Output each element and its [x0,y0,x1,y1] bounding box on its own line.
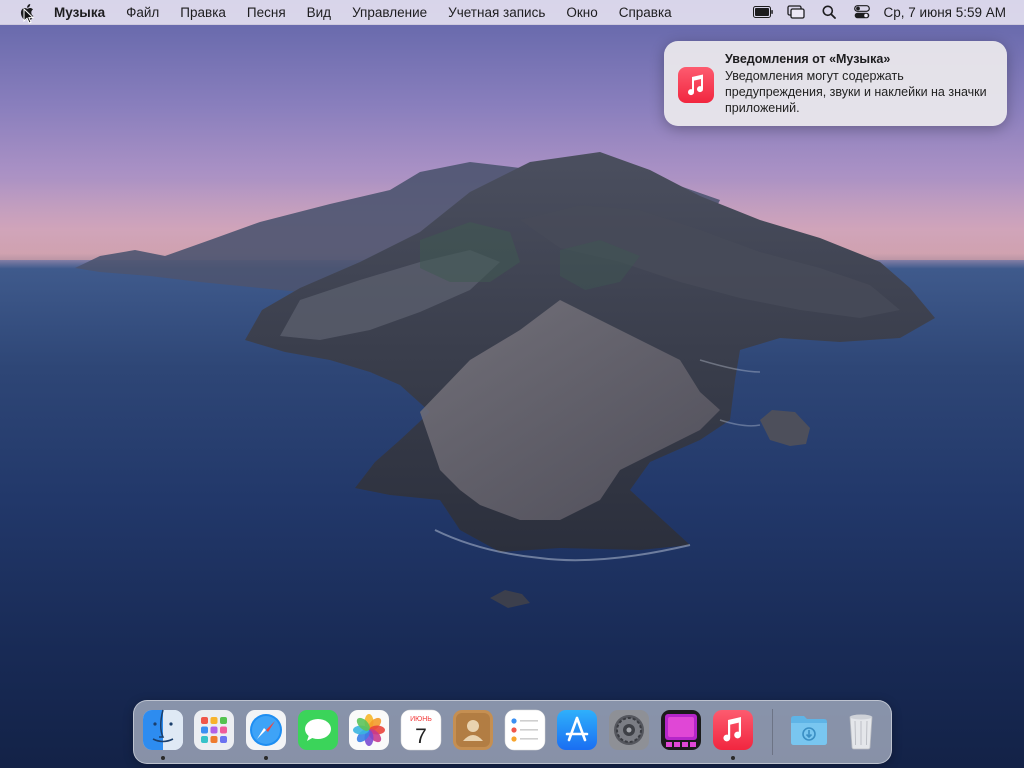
dock-separator [772,709,773,755]
music-running-indicator [731,756,735,760]
menu-window[interactable]: Окно [556,5,608,20]
spotlight-search-icon[interactable] [818,0,840,24]
menu-song[interactable]: Песня [236,5,296,20]
menu-bar-clock[interactable]: Ср, 7 июня 5:59 AM [884,5,1006,20]
dock-photo-booth-icon[interactable] [660,709,702,751]
dock-calendar-icon[interactable]: ИЮНЬ 7 [400,709,442,751]
mouse-cursor-icon [23,7,35,29]
menu-app-name[interactable]: Музыка [48,5,116,20]
dock-reminders-icon[interactable] [504,709,546,751]
battery-icon[interactable] [752,0,774,24]
music-app-icon [678,67,714,103]
dock: ИЮНЬ 7 [133,700,892,764]
dock-launchpad-icon[interactable] [193,709,235,751]
calendar-month-label: ИЮНЬ [410,716,432,723]
screen-mirroring-icon[interactable] [785,0,807,24]
menu-bar: Музыка Файл Правка Песня Вид Управление … [0,0,1024,25]
menu-help[interactable]: Справка [608,5,682,20]
safari-running-indicator [264,756,268,760]
dock-contacts-icon[interactable] [452,709,494,751]
notification-title: Уведомления от «Музыка» [725,52,891,66]
menu-controls[interactable]: Управление [342,5,438,20]
calendar-day-label: 7 [415,725,427,748]
dock-system-preferences-icon[interactable] [608,709,650,751]
notification-body: Уведомления могут содержать предупрежден… [725,69,987,115]
dock-finder-icon[interactable] [142,709,184,751]
dock-trash-icon[interactable] [840,709,882,751]
menu-edit[interactable]: Правка [170,5,237,20]
dock-downloads-folder-icon[interactable] [788,709,830,751]
dock-music-icon[interactable] [712,709,754,751]
dock-safari-icon[interactable] [245,709,287,751]
notification-banner[interactable]: Уведомления от «Музыка» Уведомления могу… [664,41,1007,126]
menu-view[interactable]: Вид [296,5,341,20]
menu-file[interactable]: Файл [116,5,170,20]
finder-running-indicator [161,756,165,760]
menu-bar-status-area: Ср, 7 июня 5:59 AM [752,0,1024,24]
dock-photos-icon[interactable] [348,709,390,751]
menu-account[interactable]: Учетная запись [438,5,556,20]
dock-app-store-icon[interactable] [556,709,598,751]
control-center-icon[interactable] [851,0,873,24]
dock-messages-icon[interactable] [297,709,339,751]
